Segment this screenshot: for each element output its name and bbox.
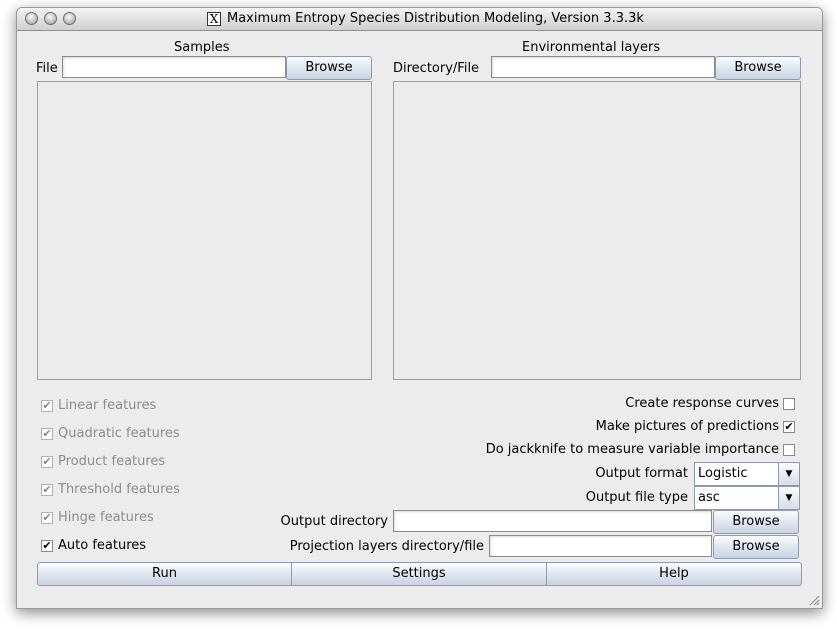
samples-heading: Samples bbox=[174, 40, 230, 55]
samples-file-input[interactable] bbox=[62, 56, 286, 78]
product-features-checkbox[interactable]: ✔ bbox=[41, 456, 53, 468]
quadratic-features-checkbox[interactable]: ✔ bbox=[41, 428, 53, 440]
environmental-dir-label: Directory/File bbox=[393, 61, 480, 76]
zoom-window-button[interactable] bbox=[63, 12, 76, 25]
make-pictures-checkbox[interactable]: ✔ bbox=[783, 421, 795, 433]
threshold-features-checkbox[interactable]: ✔ bbox=[41, 484, 53, 496]
threshold-features-label: Threshold features bbox=[58, 482, 180, 497]
maxent-window: X Maximum Entropy Species Distribution M… bbox=[16, 7, 823, 609]
hinge-features-label: Hinge features bbox=[58, 510, 154, 525]
output-file-type-label: Output file type bbox=[585, 490, 688, 505]
linear-features-checkbox[interactable]: ✔ bbox=[41, 400, 53, 412]
chevron-down-icon: ▼ bbox=[778, 487, 799, 509]
auto-features-label: Auto features bbox=[58, 538, 147, 553]
projection-layers-browse-button[interactable]: Browse bbox=[713, 535, 799, 559]
output-directory-browse-button[interactable]: Browse bbox=[713, 510, 799, 534]
response-curves-label: Create response curves bbox=[625, 396, 779, 411]
environmental-dir-input[interactable] bbox=[491, 56, 715, 78]
response-curves-checkbox[interactable] bbox=[783, 398, 795, 410]
environmental-layers-list[interactable] bbox=[393, 81, 801, 380]
environmental-heading: Environmental layers bbox=[522, 40, 661, 55]
jackknife-label: Do jackknife to measure variable importa… bbox=[485, 442, 779, 457]
help-button[interactable]: Help bbox=[547, 562, 802, 586]
output-format-value: Logistic bbox=[698, 466, 748, 481]
make-pictures-label: Make pictures of predictions bbox=[595, 419, 779, 434]
environmental-browse-button[interactable]: Browse bbox=[715, 56, 801, 80]
jackknife-checkbox[interactable] bbox=[783, 444, 795, 456]
window-title: Maximum Entropy Species Distribution Mod… bbox=[227, 11, 644, 26]
auto-features-checkbox[interactable]: ✔ bbox=[41, 540, 53, 552]
output-format-select[interactable]: Logistic ▼ bbox=[694, 462, 800, 486]
resize-grip-icon[interactable] bbox=[808, 594, 820, 606]
chevron-down-icon: ▼ bbox=[778, 463, 799, 485]
output-format-label: Output format bbox=[595, 466, 688, 481]
quadratic-features-label: Quadratic features bbox=[58, 426, 180, 441]
hinge-features-checkbox[interactable]: ✔ bbox=[41, 512, 53, 524]
samples-file-label: File bbox=[36, 61, 58, 76]
product-features-label: Product features bbox=[58, 454, 166, 469]
projection-layers-label: Projection layers directory/file bbox=[289, 539, 484, 554]
x11-icon: X bbox=[207, 12, 221, 26]
linear-features-label: Linear features bbox=[58, 398, 157, 413]
title-bar: X Maximum Entropy Species Distribution M… bbox=[17, 8, 822, 31]
close-window-button[interactable] bbox=[25, 12, 38, 25]
output-file-type-value: asc bbox=[698, 490, 720, 505]
projection-layers-input[interactable] bbox=[489, 535, 712, 557]
output-file-type-select[interactable]: asc ▼ bbox=[694, 486, 800, 510]
samples-browse-button[interactable]: Browse bbox=[286, 56, 372, 80]
output-directory-label: Output directory bbox=[280, 514, 388, 529]
settings-button[interactable]: Settings bbox=[292, 562, 547, 586]
run-button[interactable]: Run bbox=[37, 562, 292, 586]
output-directory-input[interactable] bbox=[393, 510, 712, 532]
minimize-window-button[interactable] bbox=[44, 12, 57, 25]
samples-species-list[interactable] bbox=[37, 81, 372, 380]
